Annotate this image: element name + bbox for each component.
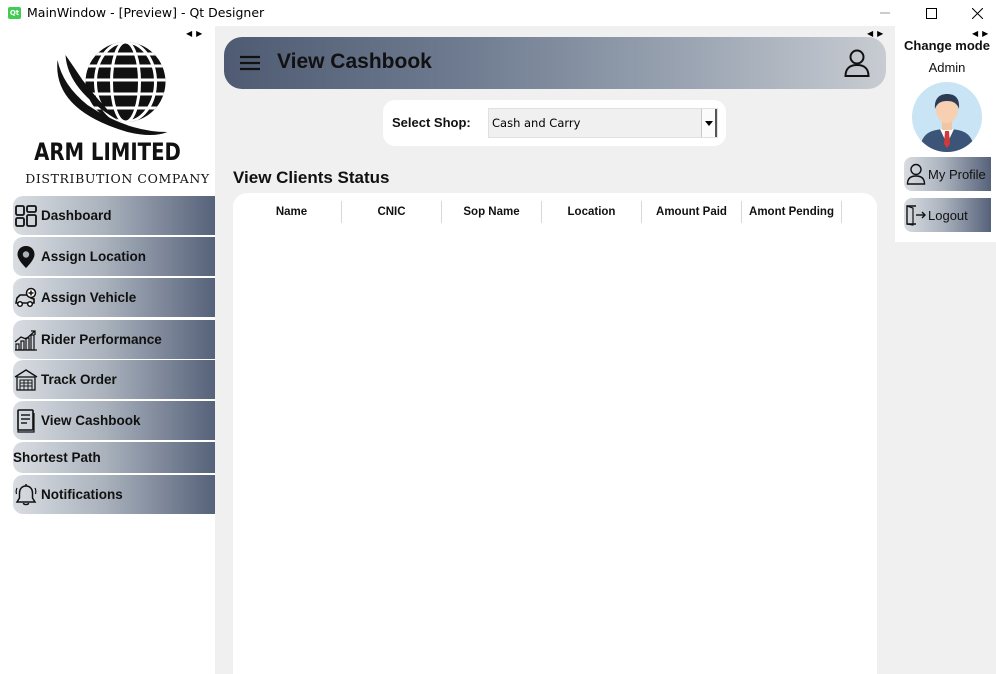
person-icon	[905, 163, 927, 185]
close-icon	[971, 7, 983, 19]
sidebar-item-label: Dashboard	[41, 208, 112, 223]
logout-icon	[905, 204, 927, 226]
section-title: View Clients Status	[233, 168, 390, 187]
logout-button[interactable]: Logout	[904, 198, 991, 232]
right-panel: ◀▶ Change mode Admin My Profile Logout	[895, 26, 996, 242]
minimize-button[interactable]	[862, 0, 908, 26]
close-button[interactable]	[954, 0, 996, 26]
shop-selector-panel: Select Shop: Cash and Carry	[383, 100, 726, 146]
column-header-amount-paid[interactable]: Amount Paid	[642, 201, 742, 223]
window-title: MainWindow - [Preview] - Qt Designer	[27, 5, 265, 20]
user-icon	[844, 49, 870, 77]
my-profile-label: My Profile	[928, 166, 986, 182]
hamburger-menu-icon	[240, 55, 260, 71]
company-name: ARM LIMITED	[34, 138, 181, 166]
sidebar-item-notifications[interactable]: Notifications	[13, 475, 215, 514]
globe-logo-icon	[57, 42, 168, 135]
user-account-button[interactable]	[842, 48, 872, 78]
sidebar-item-label: Track Order	[41, 372, 117, 387]
sidebar-item-assign-vehicle[interactable]: Assign Vehicle	[13, 278, 215, 317]
menu-button[interactable]	[240, 54, 260, 72]
window-titlebar: Qt MainWindow - [Preview] - Qt Designer	[0, 0, 996, 26]
column-header-cnic[interactable]: CNIC	[342, 201, 442, 223]
sidebar-item-label: Notifications	[41, 487, 123, 502]
clients-status-table[interactable]: Name CNIC Sop Name Location Amount Paid …	[233, 193, 877, 674]
sidebar-item-dashboard[interactable]: Dashboard	[13, 196, 215, 235]
company-logo: ARM LIMITED DISTRIBUTION COMPANY	[0, 26, 215, 196]
splitter-handle-right[interactable]: ◀▶	[972, 29, 992, 38]
sidebar-item-shortest-path[interactable]: Shortest Path	[13, 442, 215, 473]
minimize-icon	[880, 12, 890, 14]
sidebar-item-rider-performance[interactable]: Rider Performance	[13, 320, 215, 359]
role-label: Admin	[928, 60, 966, 75]
left-sidebar: ◀▶ ARM LIMITED DISTRIBUTION COMPANY Dash…	[0, 26, 215, 674]
company-tagline: DISTRIBUTION COMPANY	[25, 171, 210, 186]
vehicle-icon	[14, 286, 38, 310]
sidebar-item-label: View Cashbook	[41, 413, 141, 428]
warehouse-icon	[14, 368, 38, 392]
sidebar-item-view-cashbook[interactable]: View Cashbook	[13, 401, 215, 440]
sidebar-item-assign-location[interactable]: Assign Location	[13, 237, 215, 276]
header-bar: View Cashbook	[224, 37, 886, 89]
sidebar-item-track-order[interactable]: Track Order	[13, 360, 215, 399]
dropdown-arrow-icon[interactable]	[701, 109, 717, 137]
column-header-location[interactable]: Location	[542, 201, 642, 223]
sidebar-item-label: Shortest Path	[13, 450, 101, 465]
maximize-button[interactable]	[908, 0, 954, 26]
shop-select-value: Cash and Carry	[492, 116, 581, 130]
maximize-icon	[925, 7, 937, 19]
column-header-shop-name[interactable]: Sop Name	[442, 201, 542, 223]
change-mode-label[interactable]: Change mode	[895, 38, 996, 53]
dashboard-grid-icon	[14, 204, 38, 228]
sidebar-item-label: Assign Location	[41, 249, 147, 264]
column-header-amount-pending[interactable]: Amont Pending	[742, 201, 842, 223]
logout-label: Logout	[928, 207, 968, 223]
sidebar-item-label: Rider Performance	[41, 332, 162, 347]
shop-select[interactable]: Cash and Carry	[488, 108, 718, 138]
growth-chart-icon	[14, 328, 38, 352]
my-profile-button[interactable]: My Profile	[904, 157, 991, 191]
avatar	[912, 82, 982, 152]
bell-icon	[14, 483, 38, 507]
cashbook-icon	[14, 408, 38, 433]
page-title: View Cashbook	[277, 50, 432, 73]
sidebar-item-label: Assign Vehicle	[41, 290, 137, 305]
main-content: ◀▶ View Cashbook Select Shop: Cash and C…	[215, 26, 895, 674]
column-header-name[interactable]: Name	[242, 201, 342, 223]
shop-label: Select Shop:	[392, 115, 471, 130]
qt-app-icon: Qt	[8, 7, 21, 19]
map-pin-icon	[14, 245, 38, 269]
